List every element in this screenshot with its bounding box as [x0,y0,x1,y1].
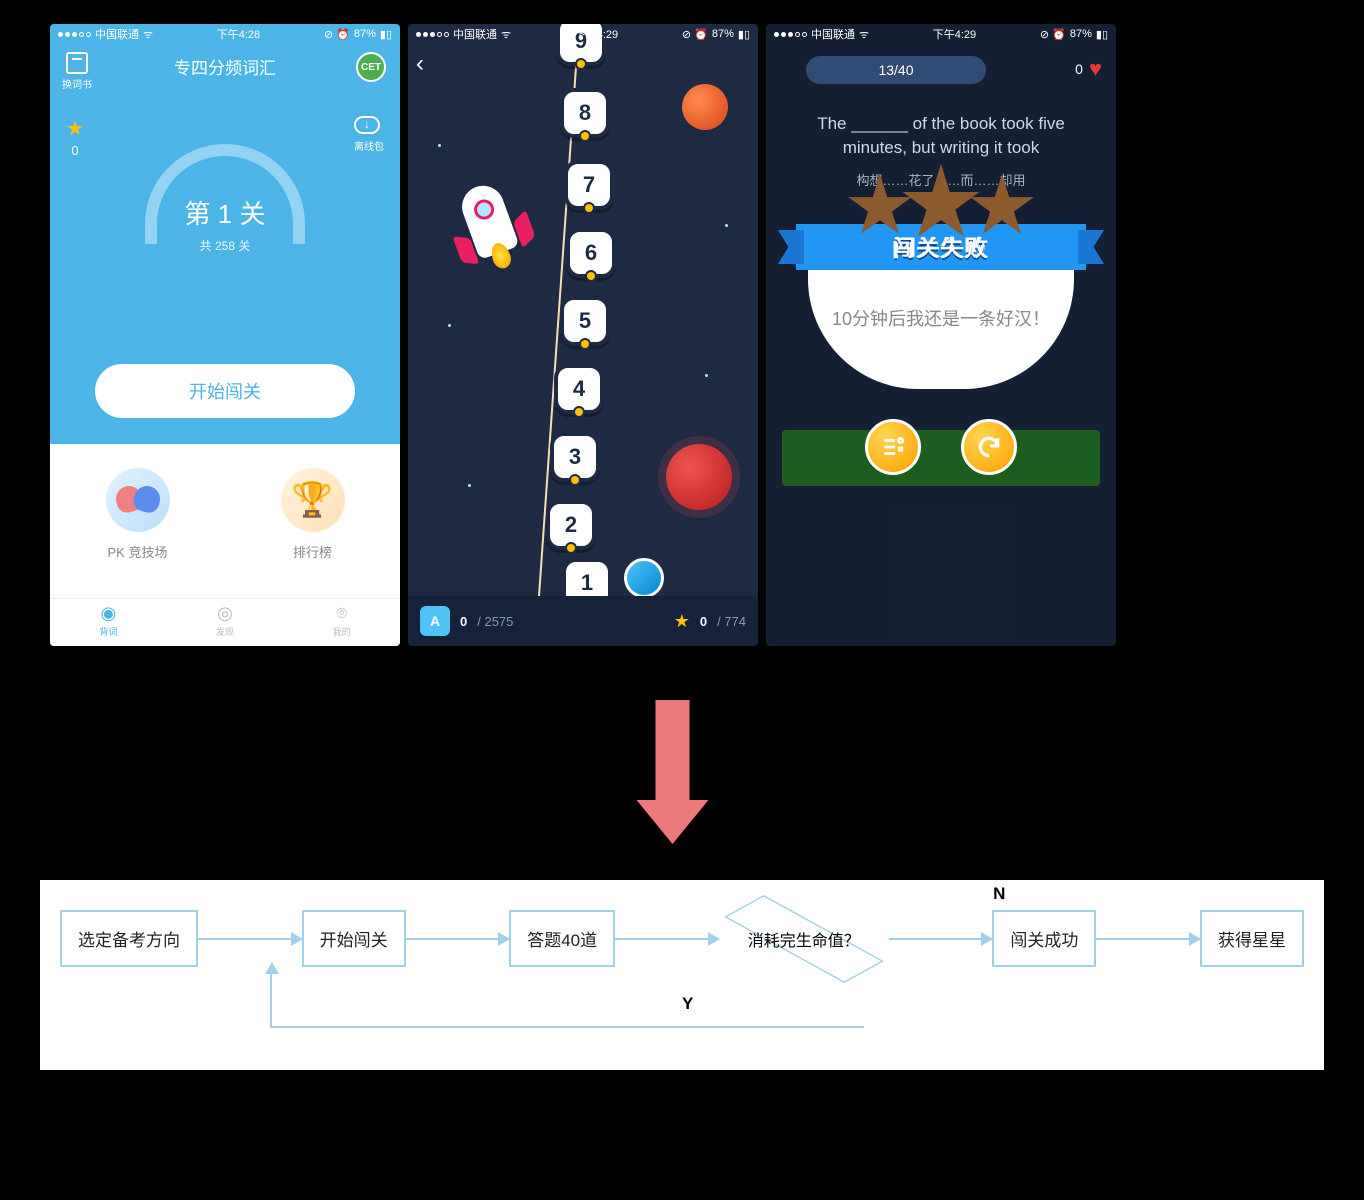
tab-me[interactable]: ⌾我的 [283,599,400,646]
flow-step-3: 答题40道 [509,910,615,967]
study-icon: ◉ [50,603,167,624]
dictionary-icon[interactable]: A [420,606,450,636]
level-node-6[interactable]: 6 [566,228,616,278]
failure-modal: 闯关失败 10分钟后我还是一条好汉！ [796,174,1086,389]
arrow-icon [615,938,719,940]
star-count[interactable]: ★ 0 [66,116,84,158]
time-label: 下午4:28 [217,26,260,42]
stats-bar: A 0 / 2575 ★ 0 / 774 [408,596,758,646]
status-bar: 中国联通ᯤ 下午4:29 ⊘ ⏰87%▮▯ [766,24,1116,44]
compass-icon: ◎ [167,603,284,624]
battery-icon: ▮▯ [380,28,392,41]
tab-discover[interactable]: ◎发现 [167,599,284,646]
flow-step-4: 闯关成功 [992,910,1096,967]
level-node-7[interactable]: 7 [564,160,614,210]
flow-step-1: 选定备考方向 [60,910,198,967]
phone-failure-modal: 中国联通ᯤ 下午4:29 ⊘ ⏰87%▮▯ 13/40 0 ♥ The ____… [766,24,1116,646]
flowchart: 选定备考方向 开始闯关 答题40道 消耗完生命值？ 闯关成功 获得星星 N Y [40,880,1324,1070]
decision-no-label: N [993,884,1005,904]
phone-levels-map: 中国联通 ᯤ 下午4:29 ⊘ ⏰87%▮▯ ‹ 9 8 7 6 5 4 3 [408,24,758,646]
back-button[interactable]: ‹ [416,50,424,78]
star-icon: ★ [674,611,690,632]
tab-study[interactable]: ◉背词 [50,599,167,646]
boxing-gloves-icon [106,468,170,532]
flow-step-5: 获得星星 [1200,910,1304,967]
person-icon: ⌾ [283,603,400,624]
change-book-button[interactable]: 换词书 [62,52,92,91]
stars-total: / 774 [717,614,746,629]
wifi-icon: ᯤ [143,27,153,42]
player-avatar[interactable] [624,558,664,598]
level-node-3[interactable]: 3 [550,432,600,482]
alarm-icon: ⊘ ⏰ [324,28,350,41]
failure-message: 10分钟后我还是一条好汉！ [828,306,1054,333]
level-node-5[interactable]: 5 [560,296,610,346]
trophy-icon [281,468,345,532]
heart-icon: ♥ [1089,56,1102,82]
retry-button[interactable] [961,419,1017,475]
arrow-icon [1096,938,1200,940]
cloud-download-icon [354,116,380,134]
tab-bar: ◉背词 ◎发现 ⌾我的 [50,598,400,646]
total-levels-label: 共 258 关 [145,237,305,254]
planet-icon [682,84,728,130]
flow-step-2: 开始闯关 [302,910,406,967]
wifi-icon: ᯤ [501,27,511,42]
level-node-4[interactable]: 4 [554,364,604,414]
arrow-icon [889,938,993,940]
status-bar: 中国联通 ᯤ 下午4:29 ⊘ ⏰87%▮▯ [408,24,758,44]
offline-button[interactable]: 离线包 [354,116,384,153]
level-label: 第 1 关 [145,194,305,231]
star-rating [796,174,1086,244]
level-node-8[interactable]: 8 [560,88,610,138]
planet-icon [666,444,732,510]
start-button[interactable]: 开始闯关 [95,364,355,418]
carrier-label: 中国联通 [95,26,139,42]
flow-decision: 消耗完生命值？ [719,911,889,967]
book-icon [66,52,88,74]
phone-home: 中国联通 ᯤ 下午4:28 ⊘ ⏰ 87% ▮▯ 换词书 专四分频词汇 CET … [50,24,400,646]
decision-yes-label: Y [682,994,693,1014]
arrow-icon [406,938,510,940]
level-node-2[interactable]: 2 [546,500,596,550]
loop-back-line [270,974,864,1028]
progress-gauge: 第 1 关 共 258 关 [145,144,305,244]
battery-label: 87% [354,28,376,40]
review-button[interactable] [865,419,921,475]
star-icon: ★ [66,116,84,141]
arrow-icon [198,938,302,940]
lives-counter: 0 ♥ [1075,56,1102,82]
stars-earned: 0 [700,614,707,629]
words-learned: 0 [460,614,467,629]
status-bar: 中国联通 ᯤ 下午4:28 ⊘ ⏰ 87% ▮▯ [50,24,400,44]
cet-badge[interactable]: CET [356,52,386,82]
flow-arrow-icon [656,700,709,844]
question-progress: 13/40 [806,56,986,84]
words-total: / 2575 [477,614,513,629]
